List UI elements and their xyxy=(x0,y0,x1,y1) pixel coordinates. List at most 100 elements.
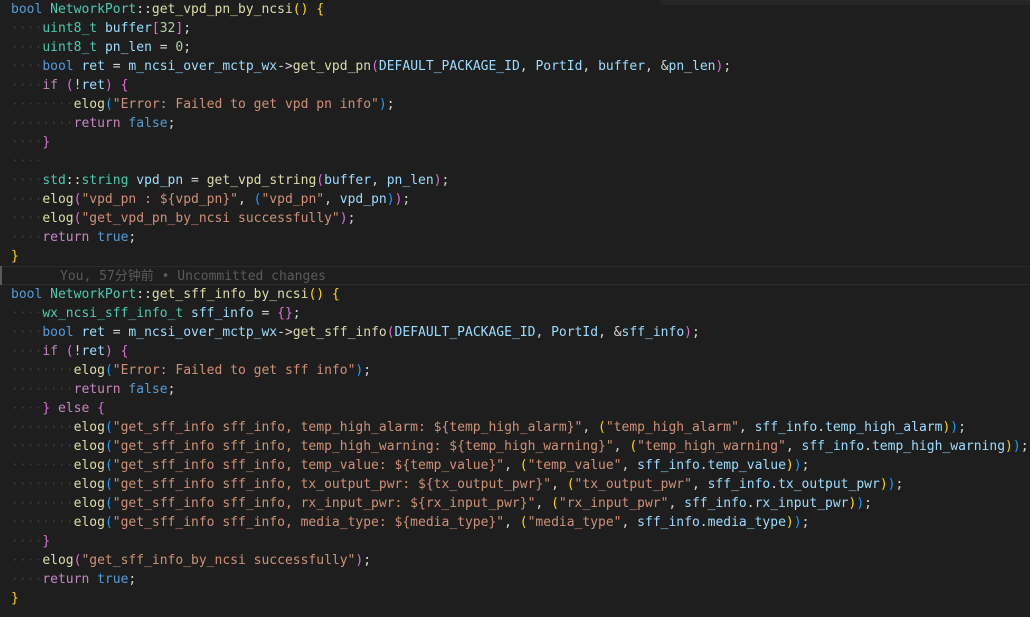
code-token: sff_info xyxy=(637,458,700,473)
whitespace-marker: ···· xyxy=(11,211,43,226)
code-line[interactable]: ····elog("get_vpd_pn_by_ncsi successfull… xyxy=(0,209,1030,228)
whitespace-marker: ········ xyxy=(11,363,74,378)
code-line[interactable]: ····elog("vpd_pn : ${vpd_pn}", ("vpd_pn"… xyxy=(0,190,1030,209)
code-line[interactable]: ····uint8_t pn_len = 0; xyxy=(0,38,1030,57)
code-token: ; xyxy=(864,496,872,511)
code-line[interactable]: ····return true; xyxy=(0,570,1030,589)
code-token: ; xyxy=(958,420,966,435)
code-token: bool xyxy=(42,325,74,340)
code-token: "Error: Failed to get vpd pn info" xyxy=(112,97,379,112)
code-token: true xyxy=(97,230,129,245)
code-editor[interactable]: bool NetworkPort::get_vpd_pn_by_ncsi() {… xyxy=(0,0,1030,617)
code-token: ) xyxy=(339,211,348,226)
code-line[interactable]: ····bool ret = m_ncsi_over_mctp_wx->get_… xyxy=(0,57,1030,76)
code-token: NetworkPort xyxy=(50,2,137,17)
code-token: PortId xyxy=(551,325,599,340)
code-token: temp_high_warning xyxy=(871,439,1006,454)
code-line[interactable]: ········elog("Error: Failed to get sff i… xyxy=(0,361,1030,380)
code-line[interactable]: ········elog("get_sff_info sff_info, tem… xyxy=(0,456,1030,475)
code-token: ) xyxy=(104,78,113,93)
code-token: elog xyxy=(73,420,105,435)
code-token: , xyxy=(613,439,630,454)
code-token: ) xyxy=(785,515,794,530)
whitespace-marker: ···· xyxy=(11,154,43,169)
code-token: ret xyxy=(81,325,105,340)
code-line[interactable]: ········return false; xyxy=(0,380,1030,399)
code-line[interactable]: ········elog("get_sff_info sff_info, tem… xyxy=(0,418,1030,437)
code-token: "vpd_pn" xyxy=(261,192,325,207)
code-line[interactable]: ····return true; xyxy=(0,228,1030,247)
code-token: uint8_t xyxy=(42,40,98,55)
code-token: ; xyxy=(801,515,810,530)
code-token: ; xyxy=(441,173,450,188)
code-line[interactable]: ····if (!ret) { xyxy=(0,76,1030,95)
code-line[interactable]: ········elog("get_sff_info sff_info, med… xyxy=(0,513,1030,532)
code-token: return xyxy=(42,572,90,587)
code-token: get_sff_info_by_ncsi xyxy=(151,287,309,302)
code-token: ( xyxy=(65,344,74,359)
code-token: get_vpd_pn xyxy=(292,59,372,74)
code-line[interactable]: ····} xyxy=(0,133,1030,152)
code-token: ) xyxy=(433,173,442,188)
code-token: ) xyxy=(879,477,888,492)
code-token: [ xyxy=(151,21,160,36)
code-token: string xyxy=(81,173,129,188)
code-line[interactable]: ········elog("get_sff_info sff_info, tx_… xyxy=(0,475,1030,494)
code-token: } xyxy=(42,534,51,549)
code-token: std xyxy=(42,173,66,188)
code-token: ; xyxy=(801,458,810,473)
code-token: , xyxy=(535,325,552,340)
code-line[interactable]: bool NetworkPort::get_sff_info_by_ncsi()… xyxy=(0,285,1030,304)
code-line[interactable]: } xyxy=(0,589,1030,608)
code-line[interactable]: ········elog("get_sff_info sff_info, rx_… xyxy=(0,494,1030,513)
code-token: ( xyxy=(316,173,325,188)
code-token: , xyxy=(535,496,552,511)
code-line[interactable]: ····} xyxy=(0,532,1030,551)
code-token: elog xyxy=(73,515,105,530)
code-token: . xyxy=(770,477,779,492)
code-line[interactable]: ········return false; xyxy=(0,114,1030,133)
code-line[interactable]: ····if (!ret) { xyxy=(0,342,1030,361)
whitespace-marker: ···· xyxy=(11,325,43,340)
code-token: return xyxy=(73,116,121,131)
code-line[interactable]: ····uint8_t buffer[32]; xyxy=(0,19,1030,38)
code-token: "temp_value" xyxy=(527,458,622,473)
code-line[interactable]: ····std::string vpd_pn = get_vpd_string(… xyxy=(0,171,1030,190)
whitespace-marker: ········ xyxy=(11,97,74,112)
modified-line-marker xyxy=(0,266,2,285)
code-line[interactable]: ···· xyxy=(0,152,1030,171)
code-token: elog xyxy=(42,211,74,226)
code-token: ( xyxy=(629,439,638,454)
code-token: temp_value xyxy=(707,458,786,473)
code-line[interactable]: ····wx_ncsi_sff_info_t sff_info = {}; xyxy=(0,304,1030,323)
code-token: ; xyxy=(363,553,372,568)
whitespace-marker: ········ xyxy=(11,496,74,511)
code-token: "temp_high_warning" xyxy=(637,439,786,454)
code-line[interactable]: ····} else { xyxy=(0,399,1030,418)
code-token: , xyxy=(551,477,567,492)
code-token: bool xyxy=(11,2,43,17)
code-line[interactable]: ····bool ret = m_ncsi_over_mctp_wx->get_… xyxy=(0,323,1030,342)
code-token: sff_info xyxy=(754,420,818,435)
code-token: = xyxy=(151,40,176,55)
code-line[interactable]: ····elog("get_sff_info_by_ncsi successfu… xyxy=(0,551,1030,570)
code-line[interactable]: ········elog("Error: Failed to get vpd p… xyxy=(0,95,1030,114)
code-line[interactable]: ········elog("get_sff_info sff_info, tem… xyxy=(0,437,1030,456)
whitespace-marker: ········ xyxy=(11,477,74,492)
whitespace-marker: ···· xyxy=(11,572,43,587)
code-token: . xyxy=(699,515,708,530)
code-token: { xyxy=(120,78,129,93)
code-token: ; xyxy=(183,40,192,55)
code-line[interactable]: } xyxy=(0,247,1030,266)
whitespace-marker: ···· xyxy=(11,21,43,36)
git-blame-annotation[interactable]: You, 57分钟前 • Uncommitted changes xyxy=(0,266,1030,285)
code-token: () xyxy=(308,287,325,302)
code-token: ) xyxy=(785,458,794,473)
code-token: ( xyxy=(104,496,113,511)
code-token: ( xyxy=(104,439,113,454)
code-token: . xyxy=(817,420,826,435)
code-line[interactable]: bool NetworkPort::get_vpd_pn_by_ncsi() { xyxy=(0,0,1030,19)
